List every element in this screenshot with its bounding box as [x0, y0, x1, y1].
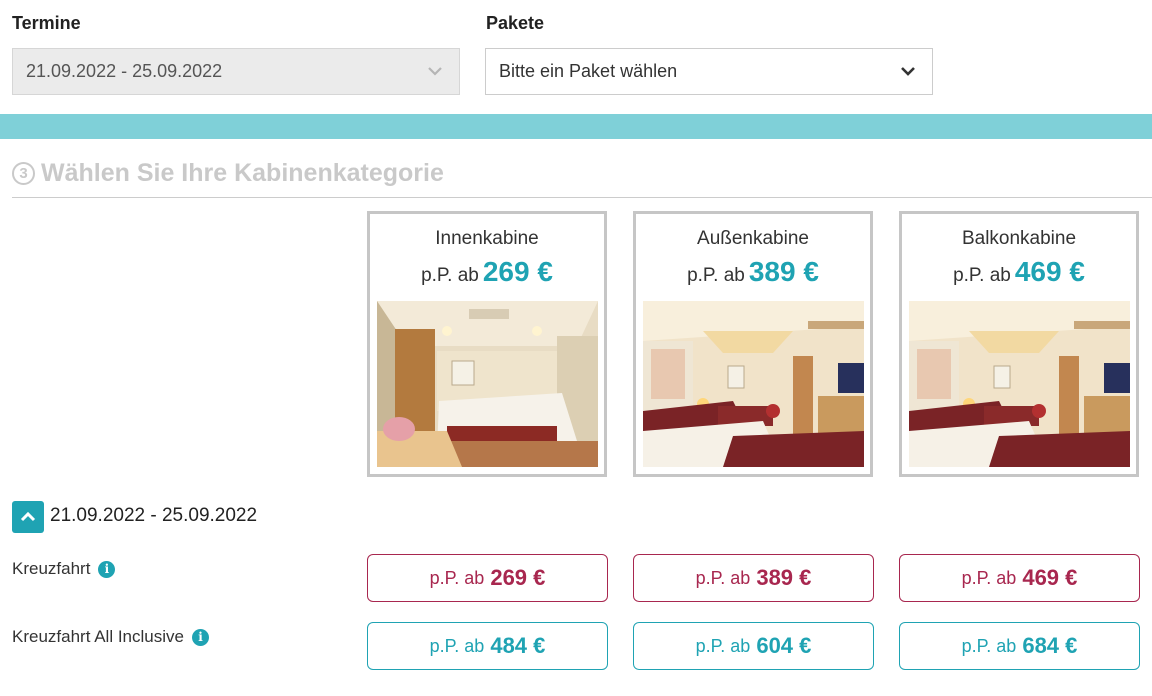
- cabin-price: p.P. ab 269 €: [370, 256, 604, 288]
- cabin-photo-balcony: [909, 301, 1130, 467]
- cabin-price: p.P. ab 469 €: [902, 256, 1136, 288]
- date-group-title: 21.09.2022 - 25.09.2022: [50, 505, 258, 526]
- cabin-price: p.P. ab 389 €: [636, 256, 870, 288]
- price-amount: 484 €: [490, 633, 546, 658]
- row-label-text: Kreuzfahrt All Inclusive: [12, 627, 184, 646]
- price-prefix: p.P. ab: [429, 567, 485, 588]
- progress-bar: [0, 114, 1152, 139]
- price-amount: 469 €: [1014, 256, 1085, 287]
- price-prefix: p.P. ab: [953, 265, 1011, 286]
- info-icon[interactable]: i: [98, 560, 116, 578]
- cabin-name: Außenkabine: [697, 228, 809, 249]
- info-icon[interactable]: i: [191, 628, 209, 646]
- step-title: Wählen Sie Ihre Kabinenkategorie: [41, 159, 444, 187]
- cabin-photo-interior: [377, 301, 598, 467]
- price-amount: 389 €: [748, 256, 819, 287]
- price-button-allinc-innen[interactable]: p.P. ab 484 €: [367, 622, 608, 670]
- chevron-down-icon: [428, 67, 442, 76]
- price-amount: 469 €: [1022, 565, 1078, 590]
- price-amount: 604 €: [756, 633, 812, 658]
- row-label-text: Kreuzfahrt: [12, 559, 91, 578]
- row-label-all-inclusive: Kreuzfahrt All Inclusive i: [12, 627, 209, 647]
- price-prefix: p.P. ab: [695, 567, 751, 588]
- cabin-photo-oceanview: [643, 301, 864, 467]
- price-button-kreuzfahrt-aussen[interactable]: p.P. ab 389 €: [633, 554, 874, 602]
- price-button-allinc-aussen[interactable]: p.P. ab 604 €: [633, 622, 874, 670]
- price-prefix: p.P. ab: [961, 635, 1017, 656]
- cabin-card-innenkabine[interactable]: Innenkabine p.P. ab 269 €: [367, 211, 607, 477]
- cabin-card-balkonkabine[interactable]: Balkonkabine p.P. ab 469 €: [899, 211, 1139, 477]
- price-prefix: p.P. ab: [421, 265, 479, 286]
- termine-select: 21.09.2022 - 25.09.2022: [12, 48, 460, 95]
- cabin-name: Balkonkabine: [961, 228, 1077, 249]
- cabin-card-aussenkabine[interactable]: Außenkabine p.P. ab 389 €: [633, 211, 873, 477]
- termine-label: Termine: [12, 13, 81, 33]
- price-button-kreuzfahrt-balkon[interactable]: p.P. ab 469 €: [899, 554, 1140, 602]
- price-prefix: p.P. ab: [695, 635, 751, 656]
- step-heading: 3 Wählen Sie Ihre Kabinenkategorie: [12, 159, 444, 188]
- collapse-toggle-button[interactable]: [12, 501, 44, 533]
- chevron-down-icon: [901, 67, 915, 76]
- step-number-circle: 3: [12, 162, 35, 185]
- chevron-up-icon: [20, 511, 36, 522]
- price-button-kreuzfahrt-innen[interactable]: p.P. ab 269 €: [367, 554, 608, 602]
- price-prefix: p.P. ab: [687, 265, 745, 286]
- pakete-value: Bitte ein Paket wählen: [499, 61, 678, 81]
- termine-value: 21.09.2022 - 25.09.2022: [26, 61, 223, 81]
- pakete-select[interactable]: Bitte ein Paket wählen: [485, 48, 933, 95]
- price-prefix: p.P. ab: [961, 567, 1017, 588]
- price-amount: 269 €: [490, 565, 546, 590]
- price-amount: 269 €: [482, 256, 553, 287]
- pakete-label: Pakete: [486, 13, 545, 33]
- divider: [12, 197, 1152, 198]
- cabin-name: Innenkabine: [435, 228, 539, 249]
- price-amount: 389 €: [756, 565, 812, 590]
- row-label-kreuzfahrt: Kreuzfahrt i: [12, 559, 116, 579]
- price-button-allinc-balkon[interactable]: p.P. ab 684 €: [899, 622, 1140, 670]
- price-prefix: p.P. ab: [429, 635, 485, 656]
- price-amount: 684 €: [1022, 633, 1078, 658]
